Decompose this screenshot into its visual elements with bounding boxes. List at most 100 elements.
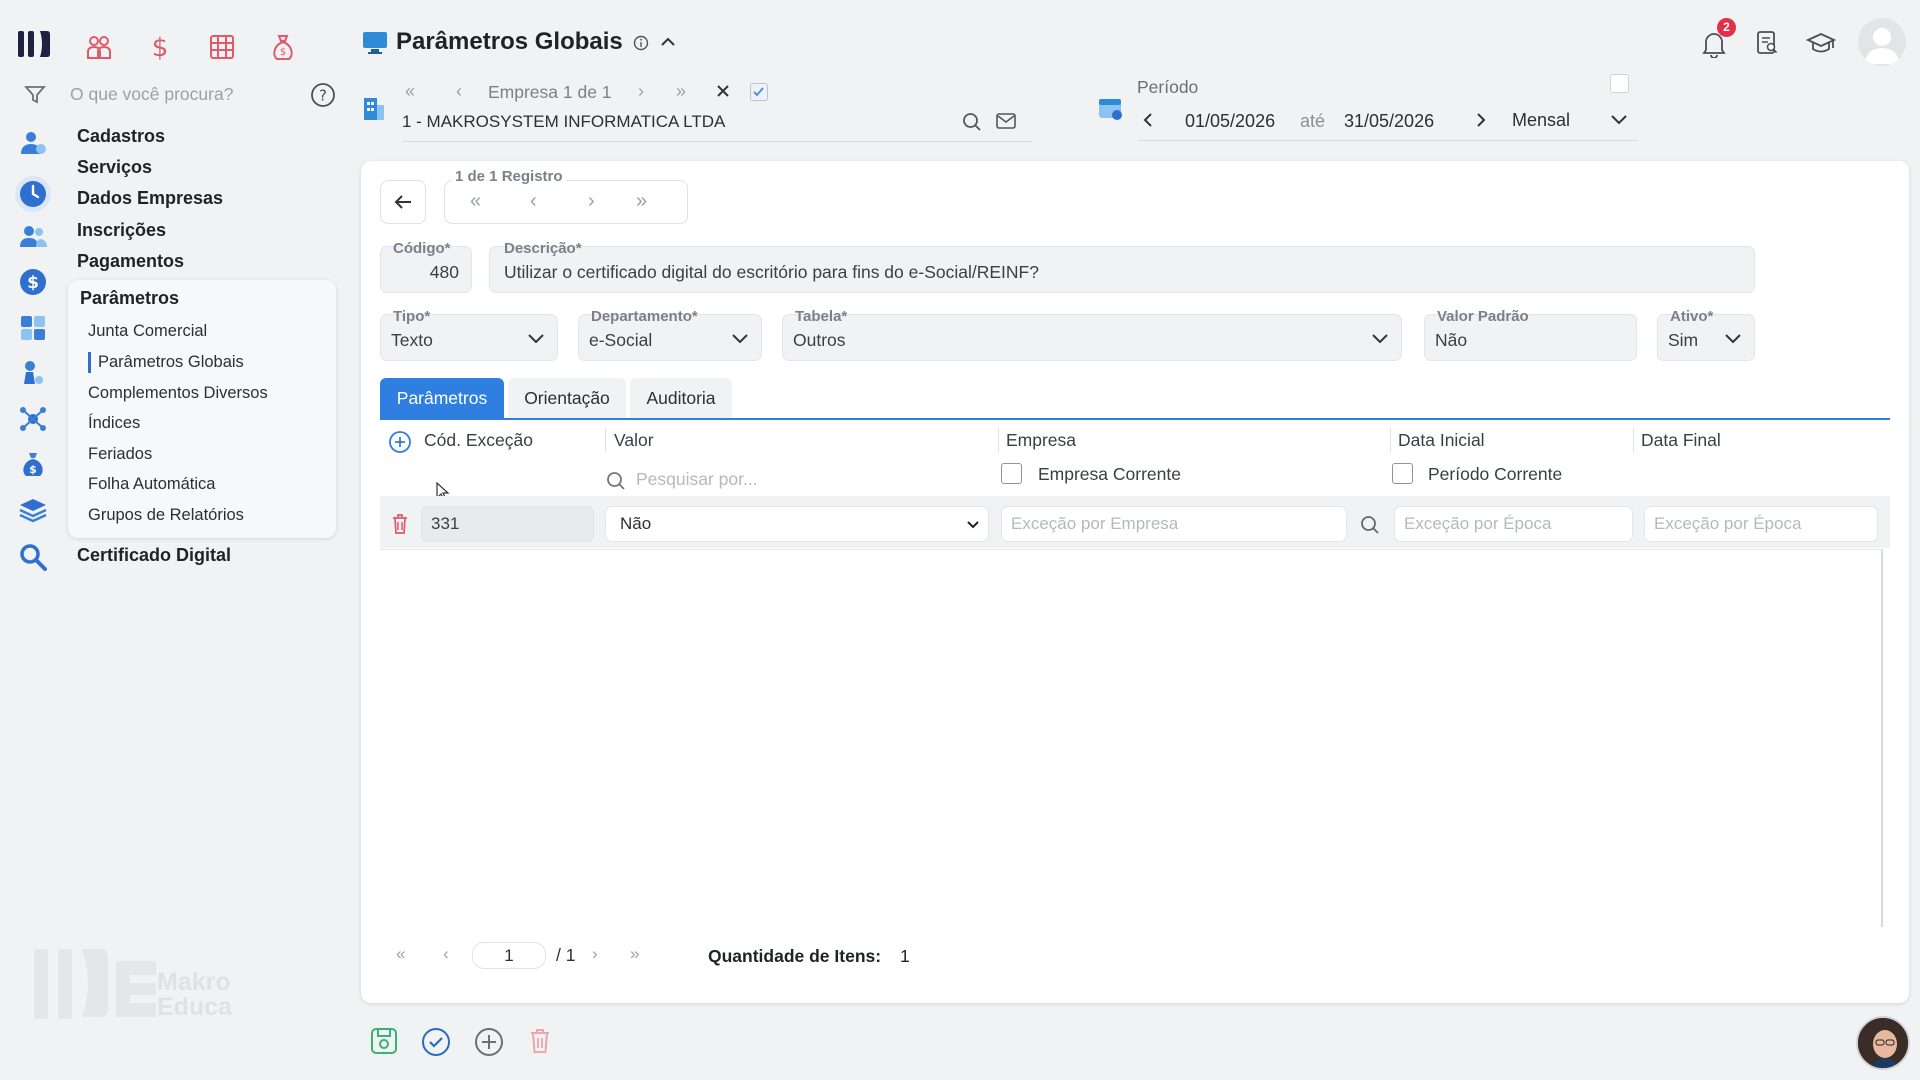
menu-dados-empresas[interactable]: Dados Empresas xyxy=(77,188,223,209)
page-first-button[interactable]: « xyxy=(396,944,405,964)
bag-module-icon[interactable]: $ xyxy=(268,32,298,62)
company-confirm-checkbox[interactable] xyxy=(750,83,768,101)
valor-padrao-field[interactable]: Valor Padrão Não xyxy=(1424,308,1637,361)
cadastros-icon[interactable] xyxy=(18,128,48,158)
codigo-field[interactable]: Código* 480 xyxy=(380,240,472,293)
clock-icon[interactable] xyxy=(15,176,51,212)
menu-cadastros[interactable]: Cadastros xyxy=(77,126,165,147)
period-mode-chevron-icon[interactable] xyxy=(1610,112,1628,126)
record-prev-button[interactable]: ‹ xyxy=(530,190,537,213)
period-mode-select[interactable]: Mensal xyxy=(1512,110,1570,131)
descricao-field[interactable]: Descrição* Utilizar o certificado digita… xyxy=(489,240,1755,293)
confirm-button[interactable] xyxy=(421,1027,451,1057)
row-empresa-search-icon[interactable] xyxy=(1360,515,1380,535)
record-next-button[interactable]: › xyxy=(588,190,595,213)
ativo-select[interactable]: Ativo* Sim xyxy=(1657,308,1755,361)
empresa-corrente-checkbox[interactable] xyxy=(1001,463,1022,484)
departamento-select[interactable]: Departamento* e-Social xyxy=(578,308,762,361)
submenu-indices[interactable]: Índices xyxy=(88,414,140,433)
col-data-final[interactable]: Data Final xyxy=(1641,430,1721,451)
col-valor[interactable]: Valor xyxy=(614,430,654,451)
tab-parametros[interactable]: Parâmetros xyxy=(380,378,504,418)
delete-row-icon[interactable] xyxy=(390,513,410,535)
filter-icon[interactable] xyxy=(20,80,50,110)
collapse-chevron-icon[interactable] xyxy=(660,36,676,48)
company-next-button[interactable]: › xyxy=(638,81,644,102)
dollar-module-icon[interactable]: $ xyxy=(145,32,175,62)
row-empresa-input[interactable]: Exceção por Empresa xyxy=(1001,506,1347,542)
submenu-feriados[interactable]: Feriados xyxy=(88,445,152,464)
assistant-avatar[interactable] xyxy=(1856,1016,1910,1070)
tab-auditoria[interactable]: Auditoria xyxy=(630,378,732,418)
submenu-parametros-globais[interactable]: Parâmetros Globais xyxy=(98,353,244,372)
menu-pagamentos[interactable]: Pagamentos xyxy=(77,251,184,272)
col-divider xyxy=(1390,428,1391,452)
period-underline xyxy=(1138,140,1638,141)
global-search-input[interactable]: O que você procura? xyxy=(70,84,233,105)
page-last-button[interactable]: » xyxy=(630,944,639,964)
people-module-icon[interactable] xyxy=(84,32,114,62)
menu-parametros[interactable]: Parâmetros xyxy=(80,288,179,309)
menu-servicos[interactable]: Serviços xyxy=(77,157,152,178)
company-name-field[interactable]: 1 - MAKROSYSTEM INFORMATICA LTDA xyxy=(402,112,1032,142)
record-first-button[interactable]: « xyxy=(470,190,481,213)
user-avatar[interactable] xyxy=(1858,18,1906,66)
graduation-cap-icon[interactable] xyxy=(1806,32,1836,56)
add-button[interactable] xyxy=(474,1027,504,1057)
company-last-button[interactable]: » xyxy=(676,81,686,102)
period-next-button[interactable] xyxy=(1474,111,1488,129)
table-module-icon[interactable] xyxy=(207,32,237,62)
periodo-corrente-checkbox[interactable] xyxy=(1392,463,1413,484)
tab-orientacao[interactable]: Orientação xyxy=(508,378,626,418)
save-button[interactable] xyxy=(370,1027,398,1055)
submenu-complementos-diversos[interactable]: Complementos Diversos xyxy=(88,384,268,403)
app-logo[interactable] xyxy=(18,28,52,60)
layers-icon[interactable] xyxy=(18,495,48,525)
report-search-icon[interactable] xyxy=(1756,30,1780,56)
add-row-icon[interactable] xyxy=(388,430,412,454)
hand-coin-icon[interactable] xyxy=(18,358,48,388)
help-icon[interactable]: ? xyxy=(310,82,336,108)
submenu-folha-automatica[interactable]: Folha Automática xyxy=(88,475,216,494)
users-icon[interactable] xyxy=(18,222,48,252)
record-last-button[interactable]: » xyxy=(636,190,647,213)
row-data-inicial-input[interactable]: Exceção por Época xyxy=(1394,506,1633,542)
page-next-button[interactable]: › xyxy=(592,944,598,964)
period-start[interactable]: 01/05/2026 xyxy=(1185,111,1275,132)
page-prev-button[interactable]: ‹ xyxy=(443,944,449,964)
col-data-inicial[interactable]: Data Inicial xyxy=(1398,430,1485,451)
menu-inscricoes[interactable]: Inscrições xyxy=(77,220,166,241)
company-search-icon[interactable] xyxy=(962,112,982,132)
period-end[interactable]: 31/05/2026 xyxy=(1344,111,1434,132)
tabela-label: Tabela* xyxy=(795,308,848,325)
company-first-button[interactable]: « xyxy=(405,81,415,102)
row-valor-select[interactable]: Não xyxy=(605,506,989,542)
calculator-icon[interactable] xyxy=(18,313,48,343)
period-checkbox[interactable] xyxy=(1610,74,1629,93)
company-clear-icon[interactable] xyxy=(716,84,730,98)
back-button[interactable] xyxy=(380,180,426,224)
submenu-grupos-relatorios[interactable]: Grupos de Relatórios xyxy=(88,506,244,525)
submenu-junta-comercial[interactable]: Junta Comercial xyxy=(88,322,207,341)
delete-button[interactable] xyxy=(528,1027,552,1055)
row-data-final-input[interactable]: Exceção por Época xyxy=(1644,506,1878,542)
company-prev-button[interactable]: ‹ xyxy=(456,81,462,102)
tabela-select[interactable]: Tabela* Outros xyxy=(782,308,1402,361)
descricao-value: Utilizar o certificado digital do escrit… xyxy=(504,262,1039,282)
network-icon[interactable] xyxy=(18,404,48,434)
search-certificate-icon[interactable] xyxy=(18,542,48,572)
mail-icon[interactable] xyxy=(996,112,1016,130)
row-cod-excecao-input[interactable]: 331 xyxy=(421,506,594,542)
ativo-label: Ativo* xyxy=(1670,308,1714,325)
col-cod-excecao[interactable]: Cód. Exceção xyxy=(424,430,533,451)
page-number-input[interactable]: 1 xyxy=(472,942,546,969)
grid-search-input[interactable]: Pesquisar por... xyxy=(636,469,986,490)
tipo-select[interactable]: Tipo* Texto xyxy=(380,308,558,361)
col-empresa[interactable]: Empresa xyxy=(1006,430,1076,451)
period-prev-button[interactable] xyxy=(1141,111,1155,129)
menu-certificado-digital[interactable]: Certificado Digital xyxy=(77,545,231,566)
money-bag-icon[interactable]: $ xyxy=(18,449,48,479)
dollar-icon[interactable]: $ xyxy=(18,267,48,297)
grid-scrollbar[interactable] xyxy=(1881,549,1883,927)
info-icon[interactable] xyxy=(633,35,649,51)
